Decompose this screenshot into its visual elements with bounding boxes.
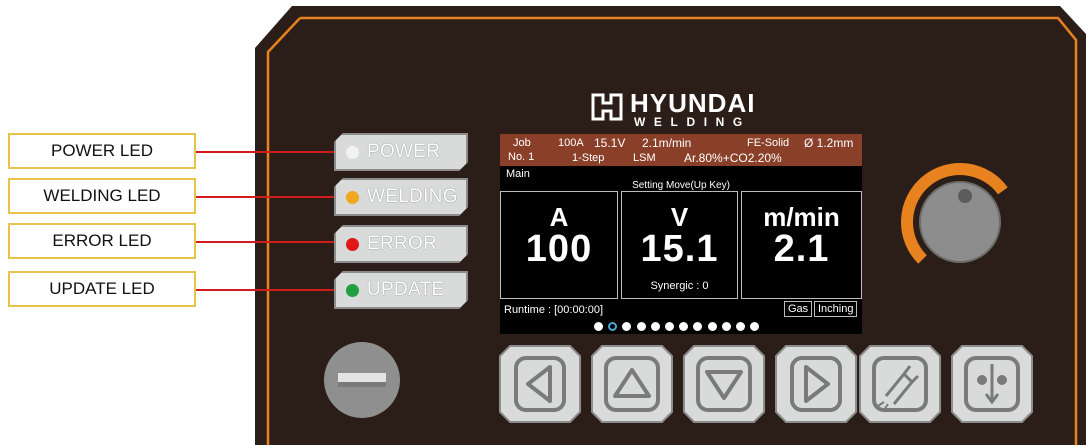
page-dot — [622, 322, 632, 331]
callout-update-led: UPDATE LED — [8, 271, 196, 307]
gas-check-key[interactable] — [858, 344, 942, 424]
page-dot — [679, 322, 689, 331]
knob-pointer — [958, 189, 972, 203]
hyundai-logo-icon — [591, 93, 623, 121]
voltage-value-box: V 15.1 Synergic : 0 — [621, 191, 738, 299]
screen-hint: Setting Move(Up Key) — [632, 180, 730, 191]
callout-error-led: ERROR LED — [8, 223, 196, 259]
leader-line — [196, 289, 334, 291]
header-current: 100A — [558, 137, 584, 149]
power-led-icon — [346, 146, 359, 159]
page-dot — [736, 322, 745, 331]
header-gas: Ar.80%+CO2.20% — [684, 151, 782, 165]
inching-key[interactable] — [950, 344, 1034, 424]
page-dot — [707, 322, 717, 331]
synergic-readout: Synergic : 0 — [650, 280, 709, 292]
error-led-icon — [346, 238, 359, 251]
callout-label: WELDING LED — [43, 186, 161, 205]
update-led-icon — [346, 284, 359, 297]
page-dot — [650, 322, 660, 331]
left-key[interactable] — [498, 344, 582, 424]
header-voltage: 15.1V — [594, 136, 626, 150]
callout-label: UPDATE LED — [49, 279, 155, 298]
page-dot — [750, 322, 760, 331]
wire-speed-value: 2.1 — [773, 228, 830, 270]
power-led-indicator: POWER — [334, 133, 468, 171]
page-dot — [636, 322, 646, 331]
header-wire-speed: 2.1m/min — [642, 136, 692, 150]
brand-logo: HYUNDAI WELDING — [590, 88, 790, 132]
page-dot — [594, 322, 603, 331]
power-led-label: POWER — [367, 141, 441, 162]
header-wire-diameter: Ø 1.2mm — [804, 136, 854, 150]
header-wire-type: FE-Solid — [747, 137, 790, 149]
header-mode: LSM — [633, 152, 656, 164]
screen-mode-label: Main — [506, 168, 530, 180]
callout-power-led: POWER LED — [8, 133, 196, 169]
leader-line — [196, 241, 334, 243]
current-value-box: A 100 — [500, 191, 618, 299]
welding-led-label: WELDING — [367, 186, 458, 207]
screen-header: Job No. 1 100A 15.1V 2.1m/min 1-Step LSM… — [500, 134, 862, 166]
callout-label: ERROR LED — [52, 231, 152, 250]
gas-tag: Gas — [784, 301, 813, 317]
wire-speed-value-box: m/min 2.1 — [741, 191, 862, 299]
page-dot — [721, 322, 731, 331]
right-key[interactable] — [774, 344, 858, 424]
lcd-screen: Job No. 1 100A 15.1V 2.1m/min 1-Step LSM… — [500, 134, 862, 334]
job-label: Job — [513, 137, 531, 149]
callout-welding-led: WELDING LED — [8, 178, 196, 214]
inching-tag: Inching — [814, 301, 858, 317]
minus-button[interactable] — [322, 340, 402, 420]
job-number: No. 1 — [508, 151, 535, 163]
callout-label: POWER LED — [50, 141, 154, 160]
error-led-label: ERROR — [367, 233, 438, 254]
leader-line — [196, 151, 334, 153]
up-key[interactable] — [590, 344, 674, 424]
voltage-value: 15.1 — [640, 228, 719, 270]
page-dot — [665, 322, 674, 331]
brand-subtitle: WELDING — [634, 115, 751, 129]
page-dot — [693, 322, 703, 331]
runtime-readout: Runtime : [00:00:00] — [504, 304, 604, 316]
page-dot-active — [608, 322, 618, 331]
leader-line — [196, 196, 334, 198]
down-key[interactable] — [682, 344, 766, 424]
welding-led-icon — [346, 191, 359, 204]
current-value: 100 — [525, 228, 593, 270]
adjustment-knob[interactable] — [890, 156, 1030, 296]
update-led-indicator: UPDATE — [334, 271, 468, 309]
update-led-label: UPDATE — [367, 279, 445, 300]
error-led-indicator: ERROR — [334, 225, 468, 263]
welding-led-indicator: WELDING — [334, 178, 468, 216]
header-step: 1-Step — [572, 152, 605, 164]
